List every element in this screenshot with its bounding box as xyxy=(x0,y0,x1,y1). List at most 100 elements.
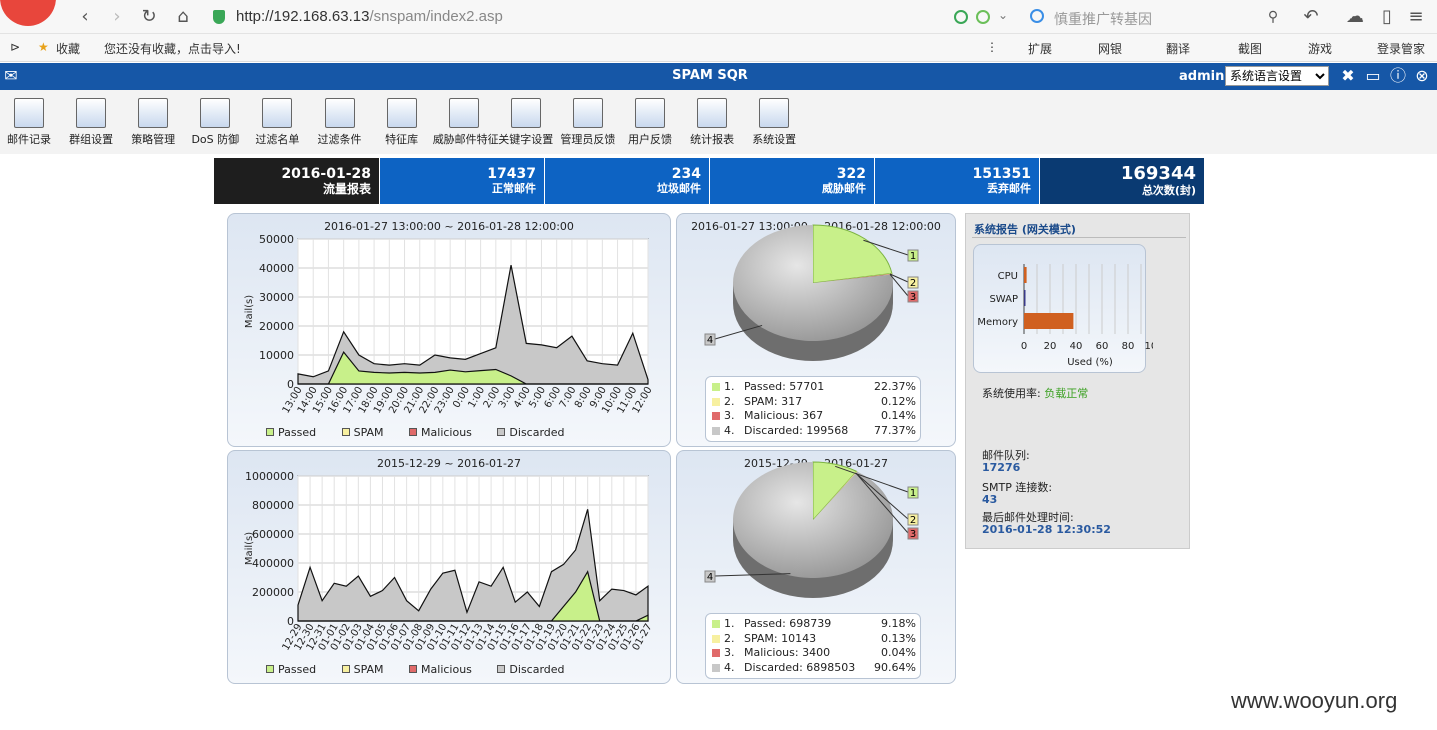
login-manager-button[interactable]: 登录管家 xyxy=(1377,40,1425,57)
bank-button[interactable]: 网银 xyxy=(1098,40,1122,57)
toolbar-button[interactable]: 特征库 xyxy=(371,98,433,147)
legend-malicious: Malicious xyxy=(421,426,472,439)
cloud-icon[interactable]: ☁ xyxy=(1344,6,1366,28)
toolbar-button[interactable]: 威胁邮件特征 xyxy=(432,98,499,147)
app-header: ✉ SPAM SQR admin 系统语言设置 ✖ ▭ ⓘ ⊗ xyxy=(0,63,1437,90)
x-tick-label: 0 xyxy=(1021,341,1027,352)
back-icon[interactable]: ‹ xyxy=(74,6,96,28)
forward-icon[interactable]: › xyxy=(106,6,128,28)
import-bookmarks-link[interactable]: 您还没有收藏，点击导入! xyxy=(104,40,241,57)
url-path: /snspam/index2.asp xyxy=(369,8,503,25)
address-bar[interactable]: http://192.168.63.13/snspam/index2.asp xyxy=(236,8,503,25)
legend-swatch-spam xyxy=(341,428,350,436)
pie-legend-percent: 9.18% xyxy=(881,617,916,630)
dropdown-chevron-icon[interactable]: ⌄ xyxy=(998,8,1008,22)
toolbar-button[interactable]: 管理员反馈 xyxy=(557,98,619,147)
pie-legend-percent: 22.37% xyxy=(874,380,916,393)
undo-icon[interactable]: ↶ xyxy=(1300,6,1322,28)
pie-legend-swatch xyxy=(712,383,720,391)
stat-date-value: 2016-01-28 xyxy=(281,166,371,182)
pie-legend-percent: 0.04% xyxy=(881,646,916,659)
toolbar-button[interactable]: 用户反馈 xyxy=(619,98,681,147)
reload-icon[interactable]: ↻ xyxy=(138,6,160,28)
legend-discarded: Discarded xyxy=(509,663,565,676)
toolbar-button[interactable]: 群组设置 xyxy=(60,98,122,147)
watermark: www.wooyun.org xyxy=(1231,688,1398,713)
queue-value[interactable]: 17276 xyxy=(982,461,1020,474)
search-engine-icon[interactable] xyxy=(1030,9,1044,23)
tools-icon[interactable]: ✖ xyxy=(1339,67,1357,85)
pie-legend-percent: 77.37% xyxy=(874,423,916,437)
speed-icon[interactable] xyxy=(976,10,990,24)
monthly-pie-chart: 1 2 3 4 xyxy=(704,461,919,598)
pie-legend-label: SPAM: 10143 xyxy=(744,631,817,645)
legend-swatch-discarded xyxy=(497,428,506,436)
toolbar-button-label: DoS 防御 xyxy=(191,133,240,146)
stat-threat[interactable]: 322 威胁邮件 xyxy=(709,158,874,204)
toolbar-button[interactable]: 过滤名单 xyxy=(246,98,308,147)
pie-legend-index: 1. xyxy=(724,617,735,630)
toolbar-button[interactable]: 统计报表 xyxy=(681,98,743,147)
pie-legend-row: 1. Passed: 57701 22.37% xyxy=(712,380,916,394)
toolbar-button-label: 管理员反馈 xyxy=(560,133,616,146)
y-tick-label: 10000 xyxy=(259,349,294,362)
favorites-button[interactable]: ★ xyxy=(38,40,49,54)
pie-legend-index: 3. xyxy=(724,409,735,422)
y-tick-label: CPU xyxy=(998,271,1018,282)
sidebar-toggle-icon[interactable]: ⊳ xyxy=(10,40,20,54)
toolbar-button[interactable]: 策略管理 xyxy=(122,98,184,147)
bookmarks-more-icon[interactable]: ⋮ xyxy=(986,40,998,54)
toolbar-button[interactable]: 过滤条件 xyxy=(309,98,371,147)
url-host: http://192.168.63.13 xyxy=(236,8,370,25)
usage-status: 负载正常 xyxy=(1044,387,1089,400)
stat-normal[interactable]: 17437 正常邮件 xyxy=(379,158,544,204)
language-select[interactable]: 系统语言设置 xyxy=(1225,66,1329,86)
pie-label-number: 3 xyxy=(910,292,916,303)
toolbar-button[interactable]: 邮件记录 xyxy=(0,98,60,147)
y-tick-label: 200000 xyxy=(252,586,294,599)
pie-legend-row: 4. Discarded: 199568 77.37% xyxy=(712,424,916,438)
x-tick-label: 80 xyxy=(1122,341,1135,352)
search-icon[interactable]: ⚲ xyxy=(1262,6,1284,28)
signature-db-icon xyxy=(386,98,417,128)
dos-defense-icon xyxy=(200,98,231,128)
screenshot-button[interactable]: 截图 xyxy=(1238,40,1262,57)
menu-icon[interactable]: ≡ xyxy=(1405,6,1427,28)
system-settings-icon xyxy=(759,98,790,128)
legend-passed: Passed xyxy=(278,663,317,676)
toolbar-button[interactable]: 关键字设置 xyxy=(495,98,557,147)
toolbar-button-label: 威胁邮件特征 xyxy=(432,133,499,146)
stat-discarded-value: 151351 xyxy=(972,166,1031,182)
pie-legend-label: Passed: 698739 xyxy=(744,617,832,630)
pie-legend-row: 3. Malicious: 3400 0.04% xyxy=(712,646,916,660)
stat-discarded[interactable]: 151351 丢弃邮件 xyxy=(874,158,1039,204)
favorites-label[interactable]: 收藏 xyxy=(56,40,80,57)
stat-spam[interactable]: 234 垃圾邮件 xyxy=(544,158,709,204)
home-icon[interactable]: ⌂ xyxy=(172,6,194,28)
resource-usage-chart: 0 20 40 60 80 100 Used (%) CPU SWAP Memory xyxy=(977,264,1153,368)
bookmarks-bar: ⊳ ★ 收藏 您还没有收藏，点击导入! ⋮ 扩展 网银 翻译 截图 游戏 登录管… xyxy=(0,34,1437,62)
toolbar-button-label: 群组设置 xyxy=(69,133,114,146)
y-tick-label: 40000 xyxy=(259,262,294,275)
stat-normal-label: 正常邮件 xyxy=(492,182,536,195)
close-icon[interactable]: ⊗ xyxy=(1413,67,1431,85)
translate-button[interactable]: 翻译 xyxy=(1166,40,1190,57)
admin-feedback-icon xyxy=(572,98,603,128)
toolbar-button[interactable]: DoS 防御 xyxy=(184,98,246,147)
games-button[interactable]: 游戏 xyxy=(1308,40,1332,57)
extensions-button[interactable]: 扩展 xyxy=(1028,40,1052,57)
legend-swatch-malicious xyxy=(409,665,418,673)
toolbar-button-label: 系统设置 xyxy=(752,133,797,146)
info-icon[interactable]: ⓘ xyxy=(1389,67,1407,85)
usage-label-text: 系统使用率: xyxy=(982,387,1041,400)
toolbar-button[interactable]: 系统设置 xyxy=(743,98,805,147)
monitor-icon[interactable]: ▭ xyxy=(1364,67,1382,85)
y-tick-label: 400000 xyxy=(252,557,294,570)
pie-legend-swatch xyxy=(712,649,720,657)
pie-legend-index: 2. xyxy=(724,394,735,408)
extension-icon[interactable] xyxy=(954,10,968,24)
search-input[interactable]: 慎重推广转基因 xyxy=(1054,9,1152,29)
pie-legend-row: 3. Malicious: 367 0.14% xyxy=(712,409,916,423)
mobile-icon[interactable]: ▯ xyxy=(1376,6,1398,28)
pie-legend-index: 4. xyxy=(724,423,735,437)
